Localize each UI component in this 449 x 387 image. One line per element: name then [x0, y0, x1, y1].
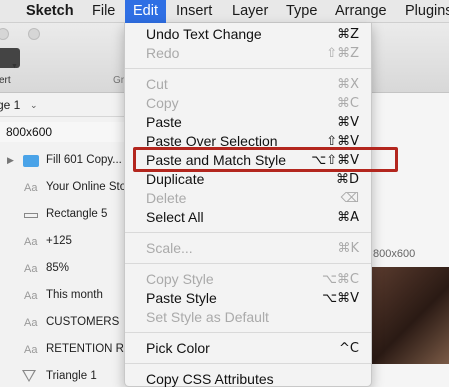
menu-item-shortcut: ⌘Z — [337, 27, 359, 42]
menu-type[interactable]: Type — [286, 0, 317, 23]
menu-item-label: Paste Style — [146, 290, 217, 306]
menu-item-delete[interactable]: Delete ⌫ — [125, 189, 371, 208]
layer-name: Rectangle 5 — [46, 208, 108, 220]
menu-app-name[interactable]: Sketch — [26, 0, 74, 23]
menu-layer[interactable]: Layer — [232, 0, 268, 23]
layer-name: Fill 601 Copy... — [46, 154, 122, 166]
menu-item-shortcut: ⌘K — [337, 241, 359, 256]
menu-item-shortcut: ⌘V — [337, 115, 359, 130]
layer-name: +125 — [46, 235, 72, 247]
triangle-icon — [22, 370, 36, 382]
layer-item[interactable]: ▶ Fill 601 Copy... — [0, 147, 130, 174]
menu-item-shortcut: ⌘X — [337, 77, 359, 92]
layer-item[interactable]: Aa This month — [0, 282, 130, 309]
menu-bar: Sketch File Edit Insert Layer Type Arran… — [0, 0, 449, 23]
menu-item-copy[interactable]: Copy ⌘C — [125, 94, 371, 113]
layer-item[interactable]: Triangle 1 — [0, 363, 130, 387]
menu-item-scale[interactable]: Scale... ⌘K — [125, 239, 371, 258]
menu-item-shortcut: ^C — [339, 341, 359, 356]
highlight-box — [133, 147, 398, 172]
menu-separator — [125, 232, 371, 233]
text-layer-icon: Aa — [24, 236, 38, 248]
menu-separator — [125, 332, 371, 333]
menu-item-pick-color[interactable]: Pick Color ^C — [125, 339, 371, 358]
menu-item-label: Cut — [146, 76, 168, 92]
menu-item-label: Duplicate — [146, 171, 205, 187]
layer-item[interactable]: Aa 85% — [0, 255, 130, 282]
menu-item-cut[interactable]: Cut ⌘X — [125, 75, 371, 94]
menu-item-duplicate[interactable]: Duplicate ⌘D — [125, 170, 371, 189]
menu-item-label: Set Style as Default — [146, 309, 269, 325]
menu-item-copy-style[interactable]: Copy Style ⌥⌘C — [125, 270, 371, 289]
menu-item-label: Delete — [146, 190, 187, 206]
menu-item-redo[interactable]: Redo ⇧⌘Z — [125, 44, 371, 63]
delete-key-icon: ⌫ — [340, 191, 359, 206]
insert-label: sert — [0, 75, 11, 86]
page-selector[interactable]: ge 1 ⌄ — [0, 93, 130, 117]
menu-item-shortcut: ⇧⌘Z — [326, 46, 359, 61]
layer-name: CUSTOMERS — [46, 316, 120, 328]
menu-item-label: Copy — [146, 95, 179, 111]
text-layer-icon: Aa — [24, 344, 38, 356]
canvas-image — [372, 267, 449, 364]
menu-item-label: Select All — [146, 209, 204, 225]
layer-name: 85% — [46, 262, 70, 274]
menu-separator — [125, 68, 371, 69]
menu-item-shortcut: ⌥⌘V — [322, 291, 359, 306]
layer-item[interactable]: Rectangle 5 — [0, 201, 130, 228]
menu-item-select-all[interactable]: Select All ⌘A — [125, 208, 371, 227]
edit-menu: Undo Text Change ⌘Z Redo ⇧⌘Z Cut ⌘X Copy… — [124, 23, 372, 387]
menu-insert[interactable]: Insert — [176, 0, 212, 23]
menu-item-paste-style[interactable]: Paste Style ⌥⌘V — [125, 289, 371, 308]
menu-edit[interactable]: Edit — [125, 0, 166, 23]
artboard-canvas-label: 800x600 — [373, 248, 416, 260]
menu-separator — [125, 363, 371, 364]
artboard-row[interactable]: 800x600 — [0, 122, 130, 142]
menu-item-copy-css-attributes[interactable]: Copy CSS Attributes — [125, 370, 371, 387]
folder-icon — [23, 155, 39, 167]
layer-item[interactable]: Aa +125 — [0, 228, 130, 255]
menu-item-shortcut: ⌘C — [336, 96, 359, 111]
window-close-button[interactable] — [0, 28, 9, 40]
layer-list: ▶ Fill 601 Copy... Aa Your Online Sto Re… — [0, 147, 134, 387]
text-layer-icon: Aa — [24, 290, 38, 302]
group-label: Gr — [113, 75, 125, 86]
layer-item[interactable]: Aa CUSTOMERS — [0, 309, 130, 336]
layer-name: Your Online Sto — [46, 181, 127, 193]
menu-item-label: Copy CSS Attributes — [146, 371, 274, 387]
chevron-down-icon: ▼ — [11, 63, 18, 70]
artboard-name: 800x600 — [6, 125, 53, 139]
menu-item-set-style-as-default[interactable]: Set Style as Default — [125, 308, 371, 327]
menu-item-undo[interactable]: Undo Text Change ⌘Z — [125, 25, 371, 44]
menu-item-shortcut: ⌥⌘C — [321, 272, 359, 287]
menu-plugins[interactable]: Plugins — [405, 0, 449, 23]
menu-file[interactable]: File — [92, 0, 115, 23]
layer-item[interactable]: Aa Your Online Sto — [0, 174, 130, 201]
text-layer-icon: Aa — [24, 263, 38, 275]
layer-name: This month — [46, 289, 103, 301]
menu-item-label: Copy Style — [146, 271, 214, 287]
layer-name: Triangle 1 — [46, 370, 97, 382]
menu-item-shortcut: ⌘A — [337, 210, 359, 225]
menu-item-label: Paste — [146, 114, 182, 130]
menu-arrange[interactable]: Arrange — [335, 0, 387, 23]
layer-item[interactable]: Aa RETENTION R... — [0, 336, 134, 363]
disclosure-triangle-icon[interactable]: ▶ — [7, 155, 14, 166]
window-minimize-button[interactable] — [28, 28, 40, 40]
text-layer-icon: Aa — [24, 317, 38, 329]
chevron-down-icon: ⌄ — [30, 100, 38, 110]
menu-item-label: Scale... — [146, 240, 193, 256]
menu-item-label: Redo — [146, 45, 180, 61]
menu-separator — [125, 263, 371, 264]
layer-name: RETENTION R... — [46, 343, 134, 355]
menu-item-paste[interactable]: Paste ⌘V — [125, 113, 371, 132]
text-layer-icon: Aa — [24, 182, 38, 194]
menu-item-shortcut: ⌘D — [335, 172, 359, 187]
page-name: ge 1 — [0, 98, 21, 112]
rectangle-icon — [24, 213, 38, 218]
menu-item-label: Undo Text Change — [146, 26, 262, 42]
menu-item-label: Pick Color — [146, 340, 210, 356]
